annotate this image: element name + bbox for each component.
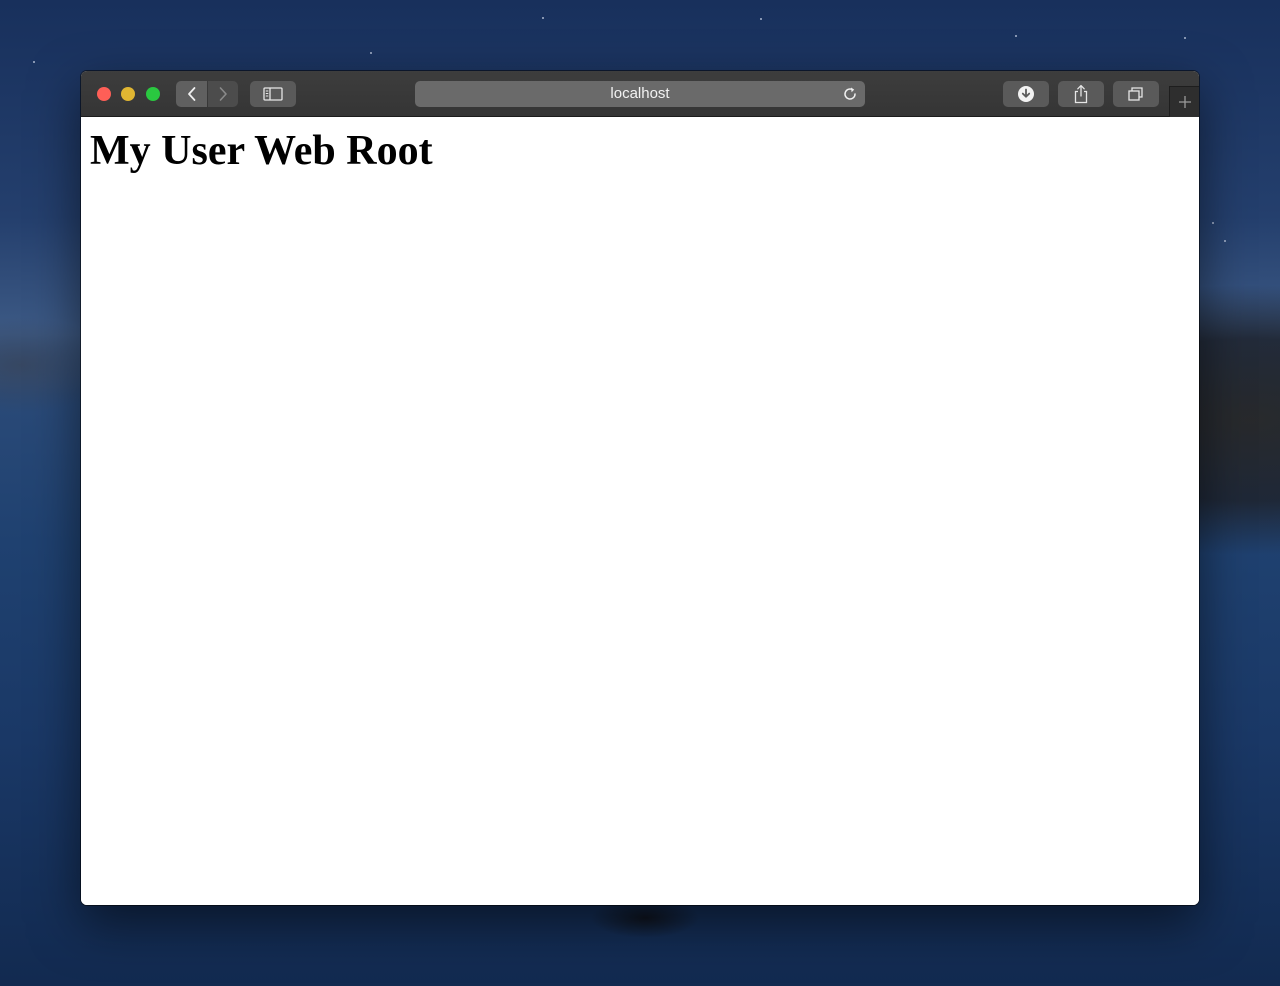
star [1212, 222, 1214, 224]
chevron-left-icon [187, 87, 195, 101]
star [1184, 37, 1186, 39]
new-tab-button[interactable] [1169, 86, 1199, 117]
share-button[interactable] [1058, 81, 1104, 107]
reload-icon[interactable] [841, 85, 859, 103]
browser-window: localhost My User Web Root [81, 71, 1199, 905]
sidebar-toggle-button[interactable] [250, 81, 296, 107]
close-window-button[interactable] [97, 87, 111, 101]
downloads-button[interactable] [1003, 81, 1049, 107]
star [1015, 35, 1017, 37]
browser-toolbar: localhost [81, 71, 1199, 117]
url-text: localhost [610, 85, 670, 102]
tab-overview-button[interactable] [1113, 81, 1159, 107]
maximize-window-button[interactable] [146, 87, 160, 101]
page-title: My User Web Root [90, 128, 433, 174]
tab-overview-icon [1128, 87, 1143, 101]
chevron-right-icon [219, 87, 227, 101]
share-icon [1074, 84, 1088, 104]
star [542, 17, 544, 19]
star [370, 52, 372, 54]
star [33, 61, 35, 63]
star [760, 18, 762, 20]
minimize-window-button[interactable] [121, 87, 135, 101]
star [1224, 240, 1226, 242]
forward-button[interactable] [208, 81, 238, 107]
back-button[interactable] [176, 81, 207, 107]
address-bar[interactable]: localhost [415, 81, 865, 107]
web-content: My User Web Root [81, 117, 1199, 905]
plus-icon [1178, 96, 1191, 108]
download-icon [1018, 86, 1034, 102]
sidebar-icon [263, 87, 283, 101]
